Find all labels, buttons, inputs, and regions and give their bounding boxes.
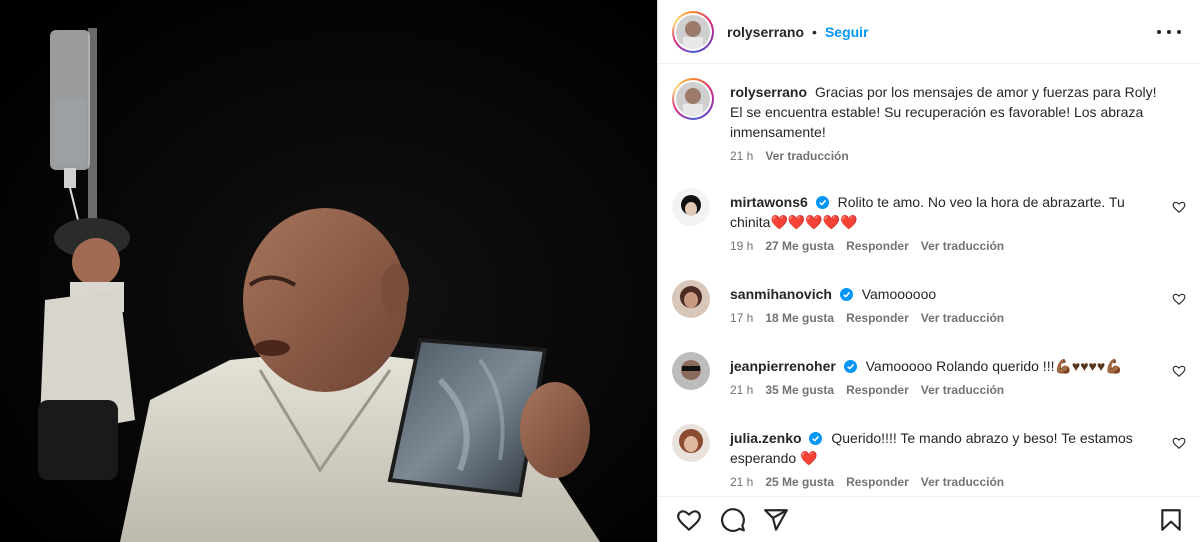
verified-badge-icon <box>843 360 857 373</box>
author-avatar-image <box>676 14 710 49</box>
comment-time[interactable]: 21 h <box>730 382 753 398</box>
commenter-avatar[interactable] <box>672 188 710 226</box>
comment-username[interactable]: jeanpierrenoher <box>730 358 836 374</box>
comment-item: jeanpierrenoher Vamooooo Rolando querido… <box>672 352 1186 408</box>
header-separator: • <box>812 23 817 40</box>
author-username[interactable]: rolyserrano <box>727 24 804 40</box>
verified-badge-icon <box>815 196 829 209</box>
comments-list[interactable]: rolyserrano Gracias por los mensajes de … <box>658 64 1200 496</box>
caption-translate-link[interactable]: Ver traducción <box>765 148 848 164</box>
comment-text: Vamooooo Rolando querido !!! <box>865 358 1055 374</box>
comment-text: Vamoooooo <box>861 286 937 302</box>
comment-emoji: ❤️ <box>800 450 818 466</box>
reply-button[interactable]: Responder <box>846 238 909 254</box>
caption-username[interactable]: rolyserrano <box>730 84 807 100</box>
reply-button[interactable]: Responder <box>846 474 909 490</box>
comment-username[interactable]: sanmihanovich <box>730 286 832 302</box>
verified-badge-icon <box>839 288 853 301</box>
comment-like-heart-icon[interactable] <box>1172 200 1186 214</box>
commenter-avatar[interactable] <box>672 280 710 318</box>
comment-icon[interactable] <box>720 507 746 533</box>
caption-avatar[interactable] <box>672 78 714 120</box>
heart-icon[interactable] <box>676 507 702 533</box>
comment-emoji: ❤️❤️❤️❤️❤️ <box>770 214 858 230</box>
post-photo <box>0 0 657 542</box>
comment-likes[interactable]: 18 Me gusta <box>765 310 834 326</box>
translate-link[interactable]: Ver traducción <box>921 474 1004 490</box>
caption-avatar-image <box>676 82 710 116</box>
comment-time[interactable]: 17 h <box>730 310 753 326</box>
action-bar <box>658 496 1200 542</box>
reply-button[interactable]: Responder <box>846 310 909 326</box>
comment-time[interactable]: 19 h <box>730 238 753 254</box>
comment-like-heart-icon[interactable] <box>1172 292 1186 306</box>
bookmark-icon[interactable] <box>1158 507 1184 533</box>
post-image <box>0 0 657 542</box>
comment-time[interactable]: 21 h <box>730 474 753 490</box>
translate-link[interactable]: Ver traducción <box>921 382 1004 398</box>
comment-item: julia.zenko Querido!!!! Te mando abrazo … <box>672 424 1186 496</box>
comment-username[interactable]: mirtawons6 <box>730 194 808 210</box>
comment-item: sanmihanovich Vamoooooo 17 h 18 Me gusta… <box>672 280 1186 336</box>
follow-button[interactable]: Seguir <box>825 24 869 40</box>
comment-like-heart-icon[interactable] <box>1172 436 1186 450</box>
verified-badge-icon <box>809 432 823 445</box>
caption-time[interactable]: 21 h <box>730 148 753 164</box>
comment-likes[interactable]: 27 Me gusta <box>765 238 834 254</box>
commenter-avatar[interactable] <box>672 352 710 390</box>
more-options-icon[interactable] <box>1157 22 1181 42</box>
post-side-panel: rolyserrano • Seguir rolyserrano Gracias… <box>657 0 1200 542</box>
translate-link[interactable]: Ver traducción <box>921 238 1004 254</box>
reply-button[interactable]: Responder <box>846 382 909 398</box>
comment-username[interactable]: julia.zenko <box>730 430 802 446</box>
comment-item: mirtawons6 Rolito te amo. No veo la hora… <box>672 188 1186 264</box>
caption: rolyserrano Gracias por los mensajes de … <box>672 78 1184 168</box>
post-header: rolyserrano • Seguir <box>658 0 1200 64</box>
comment-like-heart-icon[interactable] <box>1172 364 1186 378</box>
commenter-avatar[interactable] <box>672 424 710 462</box>
translate-link[interactable]: Ver traducción <box>921 310 1004 326</box>
comment-likes[interactable]: 25 Me gusta <box>765 474 834 490</box>
comment-likes[interactable]: 35 Me gusta <box>765 382 834 398</box>
comment-emoji: 💪🏾♥♥♥♥💪🏾 <box>1054 358 1123 374</box>
author-avatar[interactable] <box>672 10 714 53</box>
share-icon[interactable] <box>763 507 789 533</box>
